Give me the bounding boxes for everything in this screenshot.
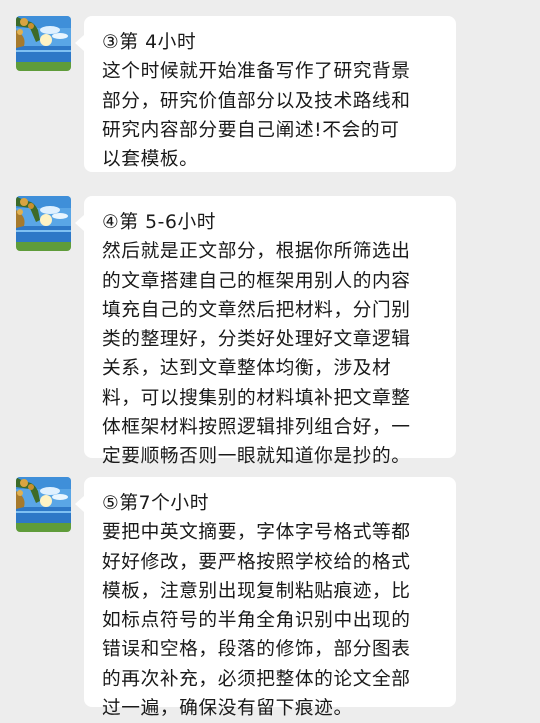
message-heading: ⑤第7个小时 — [102, 493, 209, 514]
message-text-line: 填充自己的文章然后把材料，分门别 — [102, 299, 411, 321]
message-bubble[interactable]: ④第 5-6小时 然后就是正文部分，根据你所筛选出 的文章搭建自己的框架用别人的… — [75, 196, 456, 467]
message-text-line: 类的整理好，分类好处理好文章逻辑 — [102, 329, 411, 351]
message-text-line: 然后就是正文部分，根据你所筛选出 — [102, 241, 411, 263]
message-text-line: 如标点符号的半角全角识别中出现的 — [102, 610, 411, 632]
message-text-line: 以套模板。 — [102, 149, 199, 171]
sender-avatar[interactable] — [16, 16, 71, 71]
message-text-line: 部分，研究价值部分以及技术路线和 — [102, 90, 411, 112]
message-text-line: 体框架材料按照逻辑排列组合好，一 — [102, 417, 411, 439]
message-text-line: 错误和空格，段落的修饰，部分图表 — [102, 639, 411, 661]
lake-sky-tree-avatar-icon — [16, 477, 71, 532]
message-text-line: 的文章搭建自己的框架用别人的内容 — [102, 270, 411, 292]
message-heading: ④第 5-6小时 — [102, 212, 217, 233]
message-text-line: 料，可以搜集别的材料填补把文章整 — [102, 387, 411, 409]
sender-avatar[interactable] — [16, 477, 71, 532]
sender-avatar[interactable] — [16, 196, 71, 251]
lake-sky-tree-avatar-icon — [16, 196, 71, 251]
lake-sky-tree-avatar-icon — [16, 16, 71, 71]
message-text-line: 关系，达到文章整体均衡，涉及材 — [102, 358, 392, 380]
message-text-line: 研究内容部分要自己阐述!不会的可 — [102, 119, 400, 141]
message-text-line: 过一遍，确保没有留下痕迹。 — [102, 698, 353, 720]
message-text-line: 模板，注意别出现复制粘贴痕迹，比 — [102, 580, 411, 602]
message-text-line: 要把中英文摘要，字体字号格式等都 — [102, 522, 411, 544]
message-bubble[interactable]: ⑤第7个小时 要把中英文摘要，字体字号格式等都 好好修改，要严格按照学校给的格式… — [75, 477, 456, 719]
chat-message-list: ③第 4小时 这个时候就开始准备写作了研究背景 部分，研究价值部分以及技术路线和… — [0, 0, 540, 719]
message-text-line: 的再次补充，必须把整体的论文全部 — [102, 668, 411, 690]
message-text-line: 好好修改，要严格按照学校给的格式 — [102, 551, 411, 573]
message-text-line: 定要顺畅否则一眼就知道你是抄的。 — [102, 446, 411, 468]
message-bubble[interactable]: ③第 4小时 这个时候就开始准备写作了研究背景 部分，研究价值部分以及技术路线和… — [75, 16, 456, 172]
message-text-line: 这个时候就开始准备写作了研究背景 — [102, 61, 411, 83]
message-heading: ③第 4小时 — [102, 32, 197, 53]
